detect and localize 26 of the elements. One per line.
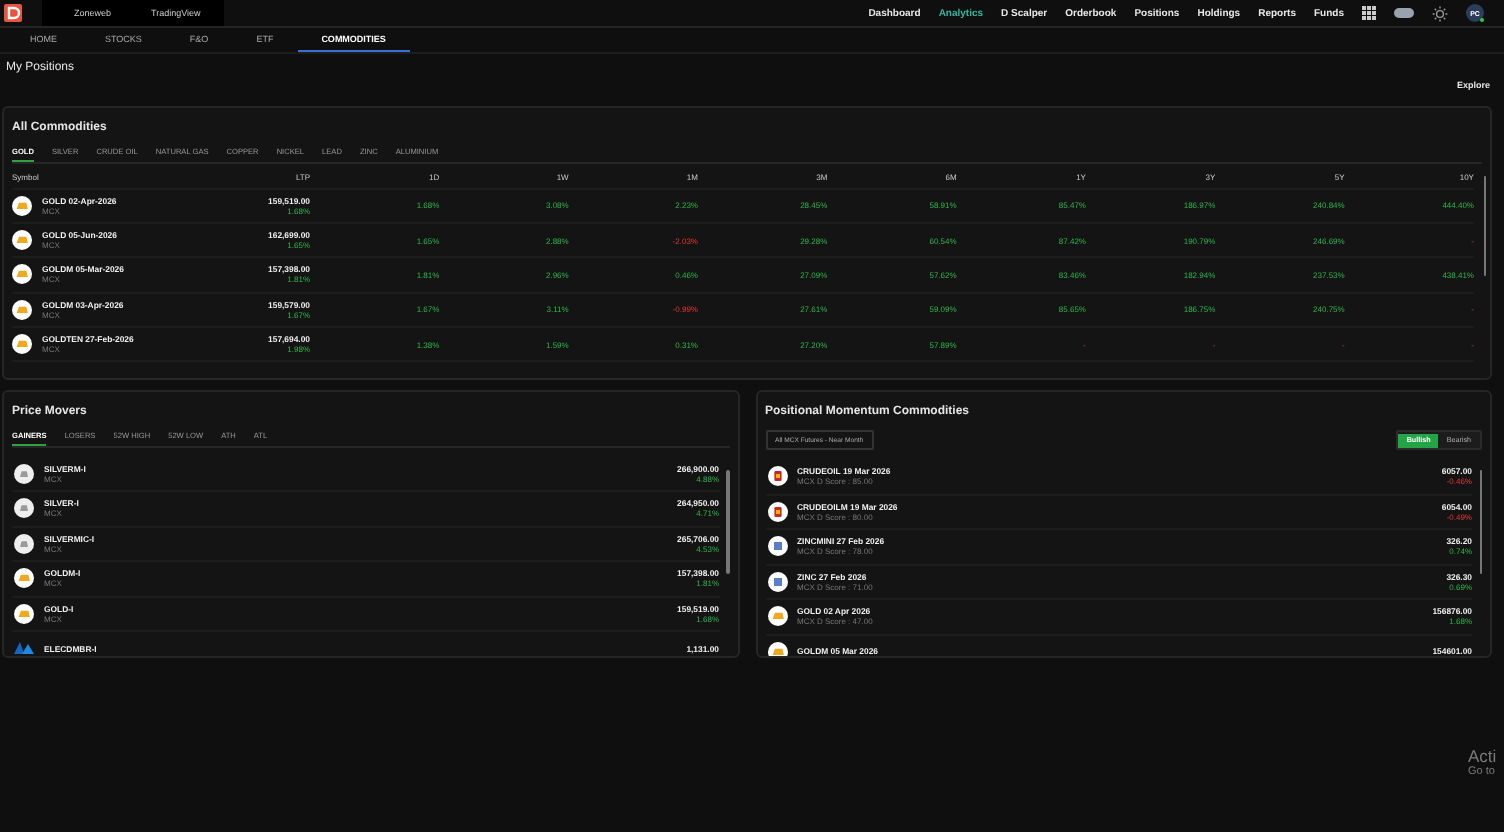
ingot-icon <box>14 568 34 589</box>
scrollbar[interactable] <box>1483 176 1486 276</box>
activation-notice: Acti <box>1468 746 1497 766</box>
ingot-icon <box>14 533 34 554</box>
ingot-icon <box>14 603 34 624</box>
ingot-icon <box>14 463 34 484</box>
metal-block-icon <box>767 536 787 557</box>
triangle-logo-icon <box>14 638 34 656</box>
metal-block-icon <box>767 571 787 592</box>
ingot-icon <box>14 498 34 519</box>
app-logo-icon <box>4 4 22 22</box>
barrel-icon <box>767 466 787 487</box>
ingot-icon <box>767 606 787 627</box>
ingot-icon <box>767 641 787 656</box>
sun-icon[interactable] <box>1432 5 1448 21</box>
ingot-icon <box>12 195 32 216</box>
ingot-icon <box>12 264 32 285</box>
scrollbar[interactable] <box>1479 470 1482 574</box>
apps-grid-icon[interactable] <box>1362 6 1376 20</box>
ingot-icon <box>12 299 32 320</box>
toggle-icon[interactable] <box>1394 8 1414 18</box>
scrollbar[interactable] <box>726 470 729 574</box>
ingot-icon <box>12 334 32 355</box>
ingot-icon <box>12 230 32 251</box>
online-dot <box>1479 17 1484 22</box>
barrel-icon <box>767 501 787 522</box>
